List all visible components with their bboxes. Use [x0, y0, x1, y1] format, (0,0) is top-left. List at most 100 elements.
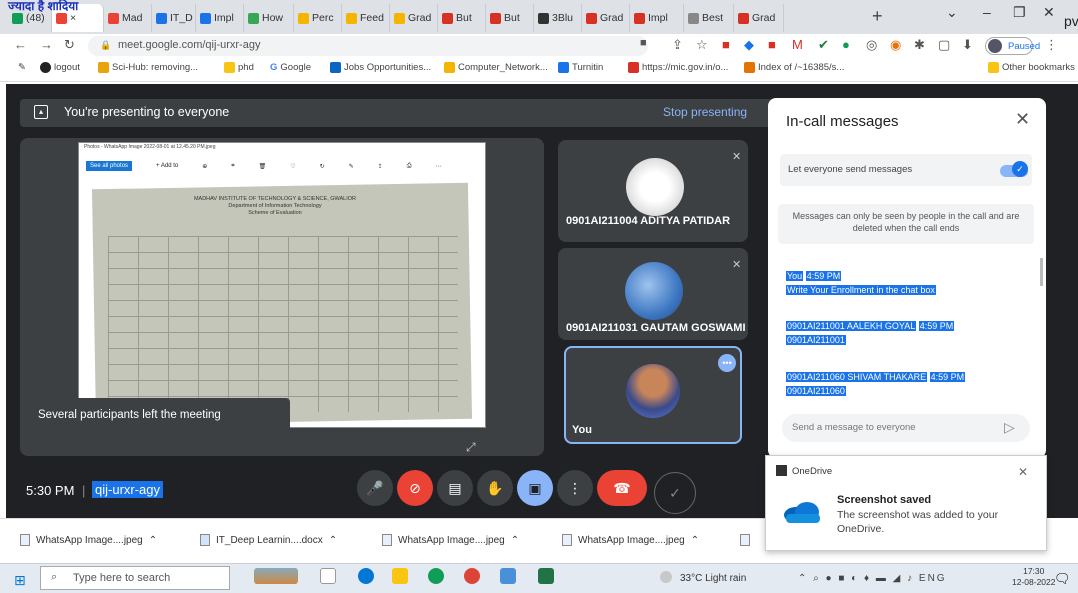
reload-icon[interactable]: ↻: [64, 37, 75, 53]
mic-icon: 🎤: [366, 479, 384, 496]
close-icon[interactable]: ✕: [1015, 109, 1030, 130]
download-item[interactable]: WhatsApp Image....jpeg ⌃: [562, 534, 699, 546]
taskbar-search[interactable]: ⌕ Type here to search: [40, 566, 230, 590]
browser-tab[interactable]: How: [244, 4, 294, 32]
browser-tab[interactable]: But: [486, 4, 534, 32]
captions-button[interactable]: ▤: [437, 470, 473, 506]
close-icon[interactable]: ✕: [1018, 465, 1028, 479]
participant-name: You: [572, 424, 592, 436]
browser-tab[interactable]: Feed: [342, 4, 390, 32]
browser-tab[interactable]: Mad: [104, 4, 152, 32]
minimize-icon[interactable]: –: [983, 4, 991, 20]
bookmark-item[interactable]: Computer_Network...: [444, 62, 548, 73]
camera-icon[interactable]: ■: [640, 37, 647, 49]
download-item[interactable]: WhatsApp Image....jpeg ⌃: [382, 534, 519, 546]
bookmark-item[interactable]: Index of /~16385/s...: [744, 62, 844, 73]
message-header: 0901AI211060 SHIVAM THAKARE 4:59 PM: [786, 372, 966, 382]
message-text: Write Your Enrollment in the chat box: [786, 285, 936, 295]
gmail-icon[interactable]: M: [792, 37, 803, 52]
more-options-button[interactable]: ⋮: [557, 470, 593, 506]
add-to-button: + Add to: [156, 163, 179, 169]
tab-search-icon[interactable]: ⌄: [946, 4, 958, 21]
download-item[interactable]: WhatsApp Image....jpeg ⌃: [20, 534, 157, 546]
puzzle-icon[interactable]: ✱: [914, 37, 925, 53]
download-icon[interactable]: ⬇: [962, 37, 973, 53]
browser-tab[interactable]: But: [438, 4, 486, 32]
star-icon[interactable]: ☆: [696, 37, 708, 53]
task-view-icon[interactable]: [320, 568, 336, 584]
weather-status[interactable]: 33°C Light rain: [680, 573, 746, 584]
back-icon[interactable]: ←: [14, 37, 27, 52]
expand-icon[interactable]: ⤢: [466, 440, 476, 455]
chrome-icon[interactable]: [428, 568, 444, 584]
screenshot-check[interactable]: ✓: [654, 472, 696, 514]
browser-tab[interactable]: Impl: [196, 4, 244, 32]
bookmark-item[interactable]: Jobs Opportunities...: [330, 62, 431, 73]
message-header: 0901AI211001 AALEKH GOYAL 4:59 PM: [786, 321, 955, 331]
tab-favicon-icon: [346, 12, 357, 24]
leave-call-button[interactable]: ☎: [597, 470, 647, 506]
extension-icon[interactable]: ■: [722, 37, 730, 52]
extension-icon[interactable]: ■: [768, 37, 776, 52]
extension-icon[interactable]: ◆: [744, 37, 754, 53]
tab-label: Impl: [648, 12, 668, 24]
extension-icon[interactable]: ◉: [890, 37, 901, 53]
chevron-up-icon: ⌃: [148, 534, 158, 546]
browser-tab[interactable]: Grad: [734, 4, 784, 32]
raise-hand-button[interactable]: ✋: [477, 470, 513, 506]
bookmark-item[interactable]: phd: [224, 62, 254, 73]
present-now-button[interactable]: ▣: [517, 470, 553, 506]
new-tab-button[interactable]: +: [872, 6, 883, 27]
bookmark-item[interactable]: Sci-Hub: removing...: [98, 62, 198, 73]
send-icon[interactable]: ▷: [1004, 419, 1015, 436]
bookmark-item[interactable]: logout: [40, 62, 80, 73]
browser-tab[interactable]: Best: [684, 4, 734, 32]
microphone-button[interactable]: 🎤: [357, 470, 393, 506]
notification-icon[interactable]: 🗨: [1054, 571, 1071, 587]
sidepanel-icon[interactable]: ▢: [938, 37, 950, 53]
maximize-icon[interactable]: ❐: [1013, 4, 1026, 21]
browser-tab[interactable]: Perc: [294, 4, 342, 32]
browser-tab[interactable]: IT_D: [152, 4, 196, 32]
file-explorer-icon[interactable]: [392, 568, 408, 584]
check-icon[interactable]: ✔: [818, 37, 829, 53]
photos-icon[interactable]: [500, 568, 516, 584]
menu-icon[interactable]: ⋮: [1045, 37, 1058, 53]
share-icon[interactable]: ⇪: [672, 37, 683, 53]
avatar: [626, 364, 680, 418]
more-icon: ⋯: [435, 163, 442, 170]
forward-icon[interactable]: →: [40, 37, 53, 52]
taskbar-clock[interactable]: 17:30 12-08-2022: [1012, 566, 1055, 588]
news-widget[interactable]: [254, 568, 298, 584]
browser-tab[interactable]: Impl: [630, 4, 684, 32]
download-item[interactable]: IT_Deep Learnin....docx ⌃: [200, 534, 337, 546]
camera-off-button[interactable]: ⊘: [397, 470, 433, 506]
more-options-icon[interactable]: •••: [718, 354, 736, 372]
profile-button[interactable]: Paused: [985, 37, 1040, 55]
stop-presenting-button[interactable]: Stop presenting: [663, 105, 747, 119]
bookmark-item[interactable]: https://mic.gov.in/o...: [628, 62, 728, 73]
browser-tab[interactable]: 3Blu: [534, 4, 582, 32]
chat-input[interactable]: Send a message to everyone: [782, 414, 1030, 442]
bookmark-folder[interactable]: Other bookmarks: [988, 62, 1075, 73]
toggle-check-icon[interactable]: ✓: [1012, 161, 1028, 177]
browser-tab[interactable]: Grad: [390, 4, 438, 32]
chrome-icon[interactable]: [464, 568, 480, 584]
address-bar[interactable]: 🔒 meet.google.com/qij-urxr-agy: [88, 36, 648, 56]
close-window-icon[interactable]: ✕: [1043, 4, 1055, 21]
download-item[interactable]: [740, 534, 750, 546]
apps-icon[interactable]: ✎: [18, 62, 26, 73]
bookmark-item[interactable]: Turnitin: [558, 62, 603, 73]
crop-icon: ⌗: [231, 162, 235, 169]
extension-icon[interactable]: ●: [842, 37, 850, 52]
edge-icon[interactable]: [358, 568, 374, 584]
chat-scrollbar[interactable]: [1040, 258, 1043, 286]
extension-icon[interactable]: ◎: [866, 37, 877, 53]
tab-favicon-icon: [586, 12, 597, 24]
system-tray[interactable]: ⌃ ⌕ ● ■ ◐ ♦ ▬ ◢ ♪ ENG: [798, 573, 947, 584]
excel-icon[interactable]: [538, 568, 554, 584]
windows-start-icon[interactable]: ⊞: [14, 572, 26, 589]
browser-tab[interactable]: Grad: [582, 4, 630, 32]
mic-off-icon: ✕: [732, 151, 742, 163]
bookmark-item[interactable]: G Google: [270, 62, 311, 73]
